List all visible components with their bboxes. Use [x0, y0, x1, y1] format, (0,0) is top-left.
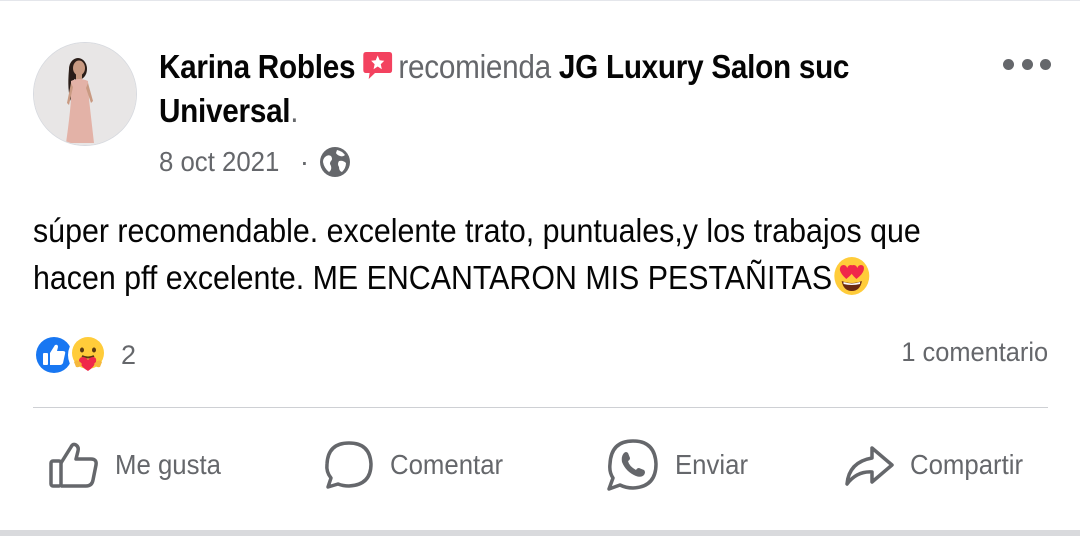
share-button[interactable]: Compartir [842, 435, 1033, 495]
comment-button[interactable]: Comentar [322, 435, 513, 495]
post-date[interactable]: 8 oct 2021 [159, 146, 279, 178]
send-button[interactable]: Enviar [605, 435, 754, 495]
share-arrow-icon [845, 446, 894, 486]
post-header: Karina Robles recomienda JG Luxury Salon… [159, 45, 879, 133]
like-button-label: Me gusta [115, 449, 221, 480]
reactions-summary[interactable]: 2 [33, 334, 136, 376]
globe-icon [320, 147, 351, 177]
recommend-star-icon [363, 52, 393, 79]
whatsapp-icon [607, 439, 658, 491]
dot-icon [1021, 58, 1033, 70]
author-name[interactable]: Karina Robles [159, 48, 355, 85]
meta-separator: · [299, 146, 310, 177]
comments-count-link[interactable]: 1 comentario [901, 337, 1048, 368]
comment-button-label: Comentar [390, 449, 504, 480]
avatar[interactable] [33, 42, 137, 146]
send-button-label: Enviar [675, 449, 749, 480]
post-meta: 8 oct 2021 · [159, 142, 351, 182]
thumbs-up-icon [49, 442, 98, 488]
dot-icon [1040, 58, 1051, 70]
post-body-text: súper recomendable. excelente trato, pun… [33, 212, 921, 296]
card-bottom-separator [0, 530, 1080, 536]
care-reaction-icon [68, 335, 108, 375]
like-button[interactable]: Me gusta [47, 435, 230, 495]
dot-icon [1003, 58, 1014, 70]
comment-bubble-icon [325, 441, 373, 489]
recommend-verb: recomienda [398, 48, 551, 85]
share-button-label: Compartir [910, 449, 1024, 480]
more-options-button[interactable] [1003, 57, 1051, 71]
header-period: . [290, 92, 299, 129]
heart-eyes-emoji [834, 257, 869, 295]
avatar-photo [34, 43, 136, 145]
divider [33, 407, 1048, 408]
post-body: súper recomendable. excelente trato, pun… [33, 207, 962, 301]
post-card: Karina Robles recomienda JG Luxury Salon… [0, 0, 1080, 536]
reaction-count: 2 [121, 339, 137, 370]
